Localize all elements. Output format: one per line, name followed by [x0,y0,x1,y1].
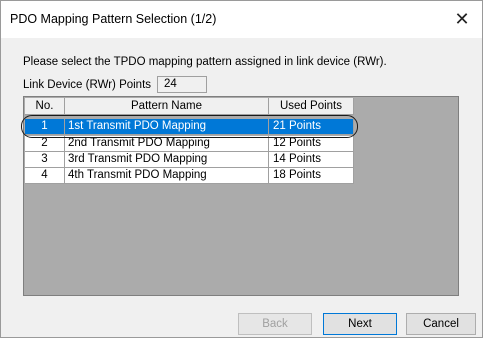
back-button[interactable]: Back [238,313,312,335]
link-points-label: Link Device (RWr) Points [23,79,152,91]
cancel-button[interactable]: Cancel [406,313,476,335]
cell-pattern-name: 4th Transmit PDO Mapping [65,168,269,184]
table-row[interactable]: 2 2nd Transmit PDO Mapping 12 Points [25,136,354,152]
cell-pattern-name: 2nd Transmit PDO Mapping [65,136,269,152]
column-header-used-points[interactable]: Used Points [269,98,354,115]
instruction-text: Please select the TPDO mapping pattern a… [23,56,387,68]
cell-no: 2 [25,136,65,152]
cell-used-points: 18 Points [269,168,354,184]
column-header-no[interactable]: No. [25,98,65,115]
dialog-window: PDO Mapping Pattern Selection (1/2) ✕ Pl… [0,0,483,338]
dialog-title: PDO Mapping Pattern Selection (1/2) [10,12,217,26]
cell-used-points: 14 Points [269,152,354,168]
cell-no: 3 [25,152,65,168]
selection-highlight-callout [21,115,358,138]
column-header-pattern-name[interactable]: Pattern Name [65,98,269,115]
cell-pattern-name: 3rd Transmit PDO Mapping [65,152,269,168]
link-points-field: 24 [157,76,207,93]
table-row[interactable]: 4 4th Transmit PDO Mapping 18 Points [25,168,354,184]
cell-used-points: 12 Points [269,136,354,152]
next-button[interactable]: Next [323,313,397,335]
table-row[interactable]: 3 3rd Transmit PDO Mapping 14 Points [25,152,354,168]
close-icon[interactable]: ✕ [442,1,482,38]
cell-no: 4 [25,168,65,184]
title-bar: PDO Mapping Pattern Selection (1/2) ✕ [1,1,482,38]
